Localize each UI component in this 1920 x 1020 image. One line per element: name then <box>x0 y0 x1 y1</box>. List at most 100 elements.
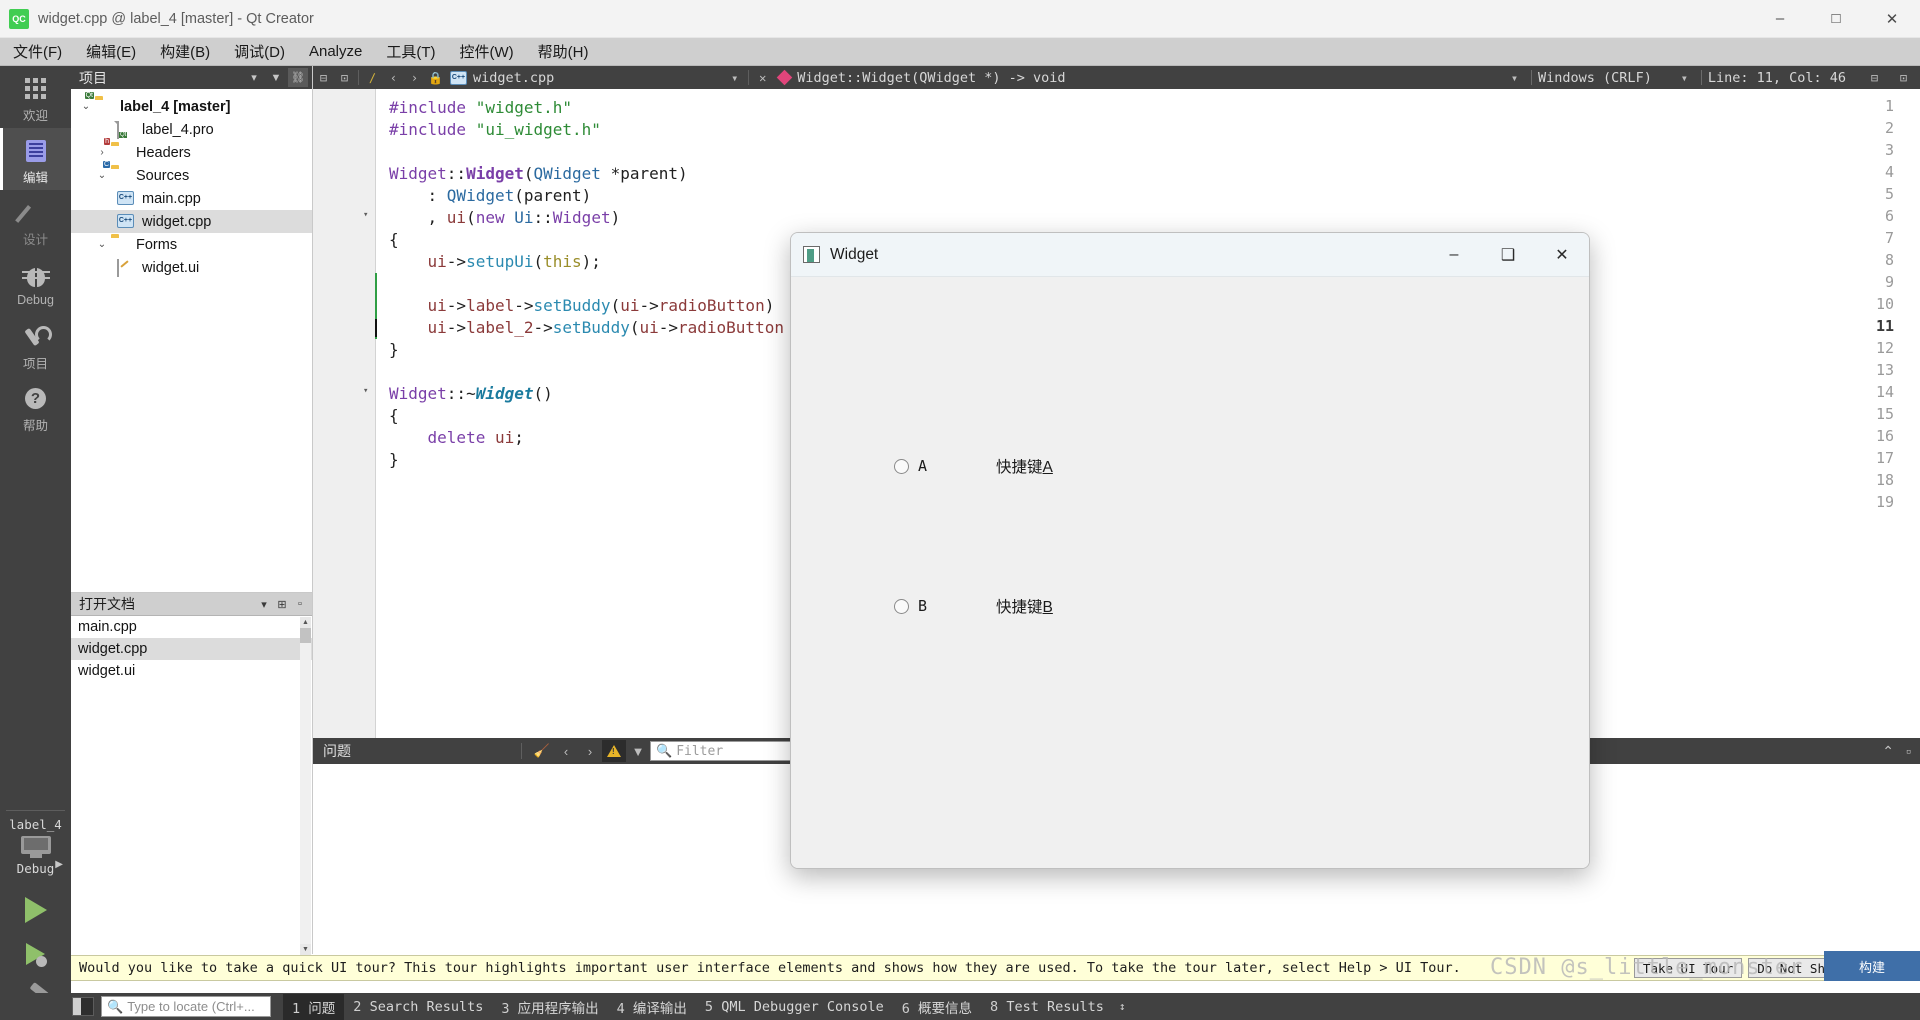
line-number: 5 <box>1884 185 1894 203</box>
mode-projects[interactable]: 项目 <box>0 314 71 376</box>
output-pane-general-messages[interactable]: 6 概要信息 <box>893 994 981 1020</box>
issues-title: 问题 <box>323 743 351 759</box>
locator-input[interactable]: 🔍 Type to locate (Ctrl+... <box>101 996 271 1017</box>
editor-document-selector[interactable]: C++ widget.cpp <box>446 70 554 86</box>
scroll-down-arrow-icon[interactable]: ▼ <box>300 944 311 955</box>
open-documents-scrollbar[interactable] <box>300 617 311 955</box>
tree-item-forms[interactable]: ⌄ Forms <box>71 233 312 256</box>
code-token: QWidget <box>533 164 601 183</box>
mode-design[interactable]: 设计 <box>0 190 71 252</box>
output-pane-test-results[interactable]: 8 Test Results <box>981 996 1113 1018</box>
open-doc-main-cpp[interactable]: main.cpp <box>71 616 312 638</box>
close-split-icon[interactable]: ⊡ <box>1893 67 1914 88</box>
close-button[interactable]: ✕ <box>1864 0 1920 38</box>
mode-edit[interactable]: 编辑 <box>0 128 71 190</box>
menu-build[interactable]: 构建(B) <box>149 38 221 65</box>
kit-selector[interactable]: label_4 ▶ Debug <box>0 811 71 880</box>
cpp-file-icon: C++ <box>117 190 136 207</box>
document-dropdown-icon[interactable]: ▾ <box>724 67 745 88</box>
maximize-button[interactable]: □ <box>1808 0 1864 38</box>
mode-debug[interactable]: Debug <box>0 252 71 314</box>
expand-arrow-icon-forms[interactable]: ⌄ <box>93 239 111 250</box>
mode-welcome[interactable]: 欢迎 <box>0 66 71 128</box>
split-horizontal-icon[interactable]: ⊟ <box>313 67 334 88</box>
mode-edit-label: 编辑 <box>22 170 48 185</box>
collapse-arrow-icon[interactable]: › <box>93 147 111 158</box>
open-documents-header: 打开文档 ▾ ⊞ ▫ <box>71 593 312 616</box>
mode-help[interactable]: ? 帮助 <box>0 376 71 438</box>
code-token: ui <box>389 252 447 271</box>
maximize-pane-icon[interactable]: ▫ <box>291 595 309 613</box>
collapse-icon[interactable]: ⌃ <box>1882 743 1894 760</box>
output-pane-compile-output[interactable]: 4 编译输出 <box>608 994 696 1020</box>
next-issue-icon[interactable]: › <box>578 740 602 762</box>
encoding-dropdown-icon[interactable]: ▾ <box>1674 67 1695 88</box>
clear-icon[interactable]: 🧹 <box>530 740 554 762</box>
widget-maximize-button[interactable]: ❑ <box>1481 233 1535 277</box>
expand-arrow-icon-sources[interactable]: ⌄ <box>93 170 111 181</box>
pane-number: 1 <box>292 1000 301 1017</box>
code-line: { <box>389 405 399 427</box>
prev-issue-icon[interactable]: ‹ <box>554 740 578 762</box>
output-pane-application-output[interactable]: 3 应用程序输出 <box>492 994 607 1020</box>
close-document-icon[interactable]: ✕ <box>752 67 773 88</box>
link-icon[interactable]: ⛓ <box>288 68 308 87</box>
line-number: 19 <box>1875 493 1894 511</box>
symbol-selector[interactable]: Widget::Widget(QWidget *) -> void <box>777 69 1066 86</box>
lock-icon[interactable]: 🔒 <box>425 67 446 88</box>
nav-forward-icon[interactable]: › <box>404 67 425 88</box>
tree-item-widget-cpp[interactable]: C++ widget.cpp <box>71 210 312 233</box>
toggle-sidebar-button[interactable] <box>72 997 94 1016</box>
maximize-icon[interactable]: ▫ <box>1906 743 1911 759</box>
code-token: delete <box>389 428 486 447</box>
widget-minimize-button[interactable]: – <box>1427 233 1481 277</box>
nav-back-icon[interactable]: ‹ <box>383 67 404 88</box>
menu-tools[interactable]: 工具(T) <box>375 38 446 65</box>
menu-help[interactable]: 帮助(H) <box>527 38 600 65</box>
tree-item-sources[interactable]: ⌄ C Sources <box>71 160 312 187</box>
build-progress-flyout[interactable]: 构建 <box>1824 951 1920 981</box>
chevron-down-icon[interactable]: ▾ <box>244 68 264 87</box>
filter-icon[interactable]: ▼ <box>266 68 286 87</box>
pane-label: Search Results <box>369 998 484 1015</box>
method-symbol-icon <box>777 69 793 86</box>
radio-circle-icon <box>894 458 909 474</box>
menu-analyze[interactable]: Analyze <box>298 40 373 63</box>
warning-filter-icon[interactable] <box>602 740 626 762</box>
scroll-up-arrow-icon[interactable]: ▲ <box>300 617 311 628</box>
menu-file[interactable]: 文件(F) <box>2 38 73 65</box>
chevron-down-icon[interactable]: ▾ <box>255 595 273 613</box>
start-debugging-button[interactable] <box>0 932 71 976</box>
radio-button-a[interactable]: A <box>894 457 927 475</box>
split-icon[interactable]: ⊞ <box>273 595 291 613</box>
line-ending-label[interactable]: Windows (CRLF) <box>1538 70 1652 86</box>
open-doc-widget-cpp[interactable]: widget.cpp <box>71 638 312 660</box>
output-pane-issues[interactable]: 1 问题 <box>283 993 345 1020</box>
code-token: setupUi <box>466 252 534 271</box>
menu-edit[interactable]: 编辑(E) <box>75 38 147 65</box>
tree-item-widget-ui[interactable]: widget.ui <box>71 256 312 279</box>
fold-arrow-icon[interactable]: ▾ <box>363 386 368 396</box>
minimize-button[interactable]: – <box>1752 0 1808 38</box>
code-token: -> <box>514 296 534 315</box>
run-button[interactable] <box>0 888 71 932</box>
widget-close-button[interactable]: ✕ <box>1535 233 1589 277</box>
watermark-text: CSDN @s_little_monster <box>1490 955 1804 980</box>
tree-item-project[interactable]: ⌄ Qt label_4 [master] <box>71 91 312 118</box>
split-vertical-icon[interactable]: ⊡ <box>334 67 355 88</box>
radio-button-b[interactable]: B <box>894 597 927 615</box>
expand-arrow-icon[interactable]: ⌄ <box>77 101 95 112</box>
output-pane-search-results[interactable]: 2 Search Results <box>344 996 492 1018</box>
output-pane-qml-debugger-console[interactable]: 5 QML Debugger Console <box>696 996 893 1018</box>
fold-arrow-icon[interactable]: ▾ <box>363 210 368 220</box>
small-bug-icon <box>36 956 47 967</box>
menu-debug[interactable]: 调试(D) <box>223 38 296 65</box>
menu-window[interactable]: 控件(W) <box>449 38 525 65</box>
filter-dropdown-icon[interactable]: ▼ <box>626 740 650 762</box>
open-doc-widget-ui[interactable]: widget.ui <box>71 660 312 682</box>
bookmark-icon[interactable]: ∕ <box>362 67 383 88</box>
split-editor-icon[interactable]: ⊟ <box>1864 67 1885 88</box>
output-pane-updown-icon[interactable]: ↕ <box>1119 1000 1126 1013</box>
line-ending-dropdown-icon[interactable]: ▾ <box>1504 67 1525 88</box>
tree-item-main-cpp[interactable]: C++ main.cpp <box>71 187 312 210</box>
